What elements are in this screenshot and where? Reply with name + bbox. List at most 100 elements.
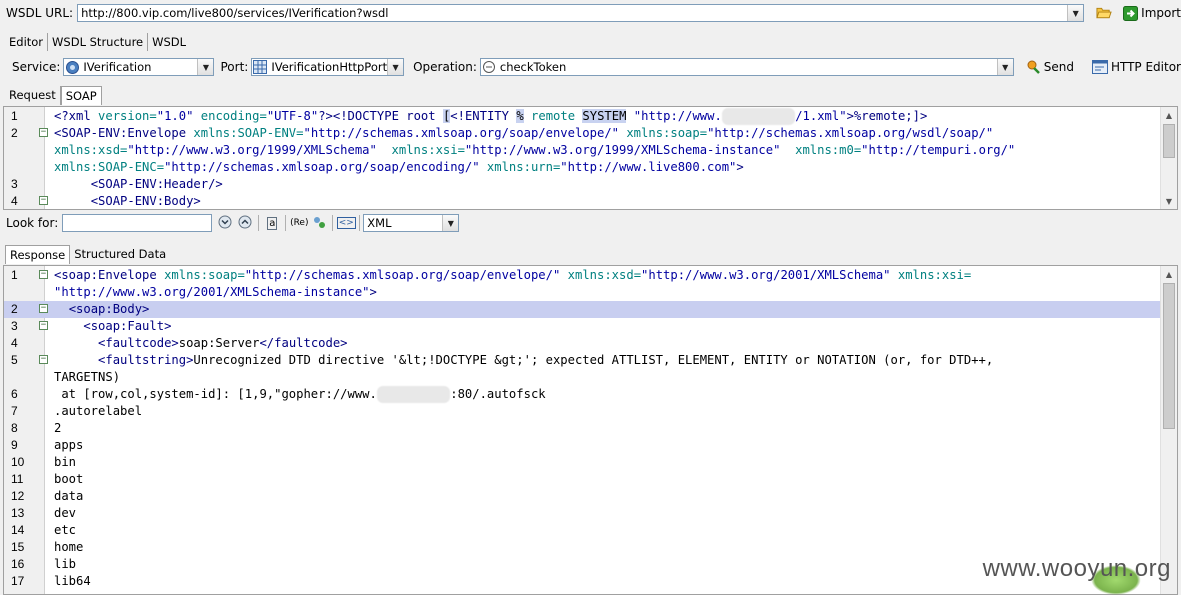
line-number: 12 bbox=[11, 489, 25, 503]
chevron-down-icon[interactable]: ▼ bbox=[197, 59, 214, 75]
tab-editor[interactable]: Editor bbox=[5, 33, 49, 51]
line-number: 11 bbox=[11, 472, 24, 486]
http-editor-label: HTTP Editor bbox=[1110, 60, 1181, 74]
scroll-thumb[interactable] bbox=[1163, 124, 1175, 158]
send-button[interactable]: Send bbox=[1025, 59, 1074, 75]
chevron-down-icon[interactable]: ▼ bbox=[996, 59, 1013, 75]
response-code-line[interactable]: 5 − <faultstring>Unrecognized DTD directi… bbox=[4, 352, 1161, 369]
look-for-input[interactable] bbox=[62, 214, 213, 232]
line-text: xmlns:xsd="http://www.w3.org/1999/XMLSch… bbox=[54, 143, 1016, 157]
chevron-down-icon[interactable]: ▼ bbox=[442, 215, 459, 231]
line-number: 2 bbox=[11, 126, 18, 140]
request-code-line[interactable]: 4 − <SOAP-ENV:Body> bbox=[4, 193, 1161, 209]
format-select[interactable]: XML ▼ bbox=[363, 214, 460, 232]
operation-label: Operation: bbox=[413, 60, 477, 74]
fold-toggle-icon[interactable]: − bbox=[39, 321, 48, 330]
regex-button[interactable]: (Re) bbox=[289, 213, 309, 233]
operation-bar: Service: IVerification ▼ Port: IVerifica… bbox=[0, 56, 1181, 78]
request-code-line[interactable]: 1 <?xml version="1.0" encoding="UTF-8"?><… bbox=[4, 108, 1161, 125]
look-for-label: Look for: bbox=[6, 216, 59, 230]
find-previous-button[interactable] bbox=[235, 213, 255, 233]
response-scrollbar[interactable]: ▲ bbox=[1160, 266, 1177, 594]
response-code-line[interactable]: 3 − <soap:Fault> bbox=[4, 318, 1161, 335]
request-scrollbar[interactable]: ▲ ▼ bbox=[1160, 107, 1177, 209]
line-number: 7 bbox=[11, 404, 18, 418]
response-code-line[interactable]: 11 boot bbox=[4, 471, 1161, 488]
import-button[interactable]: Import bbox=[1122, 5, 1181, 21]
fold-toggle-icon[interactable]: − bbox=[39, 270, 48, 279]
scroll-up-icon[interactable]: ▲ bbox=[1161, 266, 1177, 282]
fold-toggle-icon[interactable]: − bbox=[39, 196, 48, 205]
response-code-line[interactable]: 15 home bbox=[4, 539, 1161, 556]
fold-toggle-icon[interactable]: − bbox=[39, 128, 48, 137]
response-code-line[interactable]: 14 etc bbox=[4, 522, 1161, 539]
regex-icon: (Re) bbox=[290, 218, 309, 228]
response-tabs: Response Structured Data bbox=[5, 245, 171, 264]
toolbar-separator bbox=[359, 215, 361, 231]
request-code-line[interactable]: 2 − <SOAP-ENV:Envelope xmlns:SOAP-ENV="htt… bbox=[4, 125, 1161, 142]
line-text: <?xml version="1.0" encoding="UTF-8"?><!… bbox=[54, 108, 928, 125]
wsdl-url-bar: WSDL URL: http://800.vip.com/live800/ser… bbox=[0, 2, 1181, 24]
line-text: home bbox=[54, 540, 84, 554]
line-number: 2 bbox=[11, 302, 18, 316]
response-code-line[interactable]: 82 bbox=[4, 420, 1161, 437]
request-code-line[interactable]: xmlns:SOAP-ENC="http://schemas.xmlsoap.o… bbox=[4, 159, 1161, 176]
scroll-thumb[interactable] bbox=[1163, 283, 1175, 429]
arrow-up-circle-icon bbox=[238, 215, 252, 232]
match-case-button[interactable]: a bbox=[262, 213, 282, 233]
response-editor[interactable]: 1− <soap:Envelope xmlns:soap="http://sche… bbox=[3, 265, 1178, 595]
line-text: xmlns:SOAP-ENC="http://schemas.xmlsoap.o… bbox=[54, 160, 744, 174]
scroll-up-icon[interactable]: ▲ bbox=[1161, 107, 1177, 123]
port-label: Port: bbox=[220, 60, 249, 74]
chevron-down-icon[interactable]: ▼ bbox=[1067, 5, 1084, 21]
port-grid-icon bbox=[252, 59, 268, 75]
tab-wsdl[interactable]: WSDL bbox=[148, 33, 191, 51]
request-code-line[interactable]: 3 <SOAP-ENV:Header/> bbox=[4, 176, 1161, 193]
wrap-button[interactable]: <> bbox=[336, 213, 356, 233]
import-arrow-icon bbox=[1122, 5, 1138, 21]
tab-structured-data[interactable]: Structured Data bbox=[70, 245, 171, 264]
tab-request[interactable]: Request bbox=[5, 86, 61, 105]
service-select[interactable]: IVerification ▼ bbox=[63, 58, 215, 76]
import-label: Import bbox=[1141, 6, 1181, 20]
operation-select[interactable]: checkToken ▼ bbox=[479, 58, 1014, 76]
chevron-down-icon[interactable]: ▼ bbox=[387, 59, 404, 75]
service-gear-icon bbox=[64, 59, 80, 75]
tab-response[interactable]: Response bbox=[5, 245, 71, 264]
request-code-line[interactable]: xmlns:xsd="http://www.w3.org/1999/XMLSch… bbox=[4, 142, 1161, 159]
open-folder-button[interactable] bbox=[1096, 5, 1112, 21]
highlight-button[interactable] bbox=[309, 213, 329, 233]
fold-toggle-icon[interactable]: − bbox=[39, 304, 48, 313]
response-code-line[interactable]: 2 − <soap:Body> bbox=[4, 301, 1161, 318]
line-text: 2 bbox=[54, 421, 62, 435]
response-code-line[interactable]: 6 at [row,col,system-id]: [1,9,"gopher:/… bbox=[4, 386, 1161, 403]
response-code-line[interactable]: 7 .autorelabel bbox=[4, 403, 1161, 420]
port-select[interactable]: IVerificationHttpPort ▼ bbox=[251, 58, 405, 76]
tab-wsdl-structure[interactable]: WSDL Structure bbox=[48, 33, 149, 51]
line-number: 4 bbox=[11, 194, 18, 208]
response-code-line[interactable]: "http://www.w3.org/2001/XMLSchema-instan… bbox=[4, 284, 1161, 301]
line-number: 4 bbox=[11, 336, 18, 350]
line-number: 15 bbox=[11, 540, 25, 554]
http-editor-button[interactable]: HTTP Editor bbox=[1091, 59, 1181, 75]
scroll-down-icon[interactable]: ▼ bbox=[1161, 193, 1177, 209]
line-text: bin bbox=[54, 455, 77, 469]
response-code-line[interactable]: 1 − <soap:Envelope xmlns:soap="http://sche… bbox=[4, 267, 1161, 284]
line-text: data bbox=[54, 489, 84, 503]
line-text: <SOAP-ENV:Envelope xmlns:SOAP-ENV="http:… bbox=[54, 126, 994, 140]
find-next-button[interactable] bbox=[215, 213, 235, 233]
request-tabs: Request SOAP bbox=[5, 86, 102, 105]
wsdl-url-input[interactable]: http://800.vip.com/live800/services/IVer… bbox=[77, 4, 1085, 22]
response-code-line[interactable]: 12 data bbox=[4, 488, 1161, 505]
editor-tabs: Editor WSDL Structure WSDL bbox=[5, 33, 191, 51]
response-code-line[interactable]: 9 apps bbox=[4, 437, 1161, 454]
response-code-line[interactable]: 10 bin bbox=[4, 454, 1161, 471]
request-editor[interactable]: 1 <?xml version="1.0" encoding="UTF-8"?><… bbox=[3, 106, 1178, 210]
line-text: <faultstring>Unrecognized DTD directive … bbox=[98, 353, 994, 367]
response-code-line[interactable]: TARGETNS) bbox=[4, 369, 1161, 386]
response-code-line[interactable]: 13 dev bbox=[4, 505, 1161, 522]
send-label: Send bbox=[1043, 60, 1074, 74]
response-code-line[interactable]: 4 <faultcode>soap:Server</faultcode> bbox=[4, 335, 1161, 352]
tab-soap[interactable]: SOAP bbox=[60, 86, 102, 105]
fold-toggle-icon[interactable]: − bbox=[39, 355, 48, 364]
